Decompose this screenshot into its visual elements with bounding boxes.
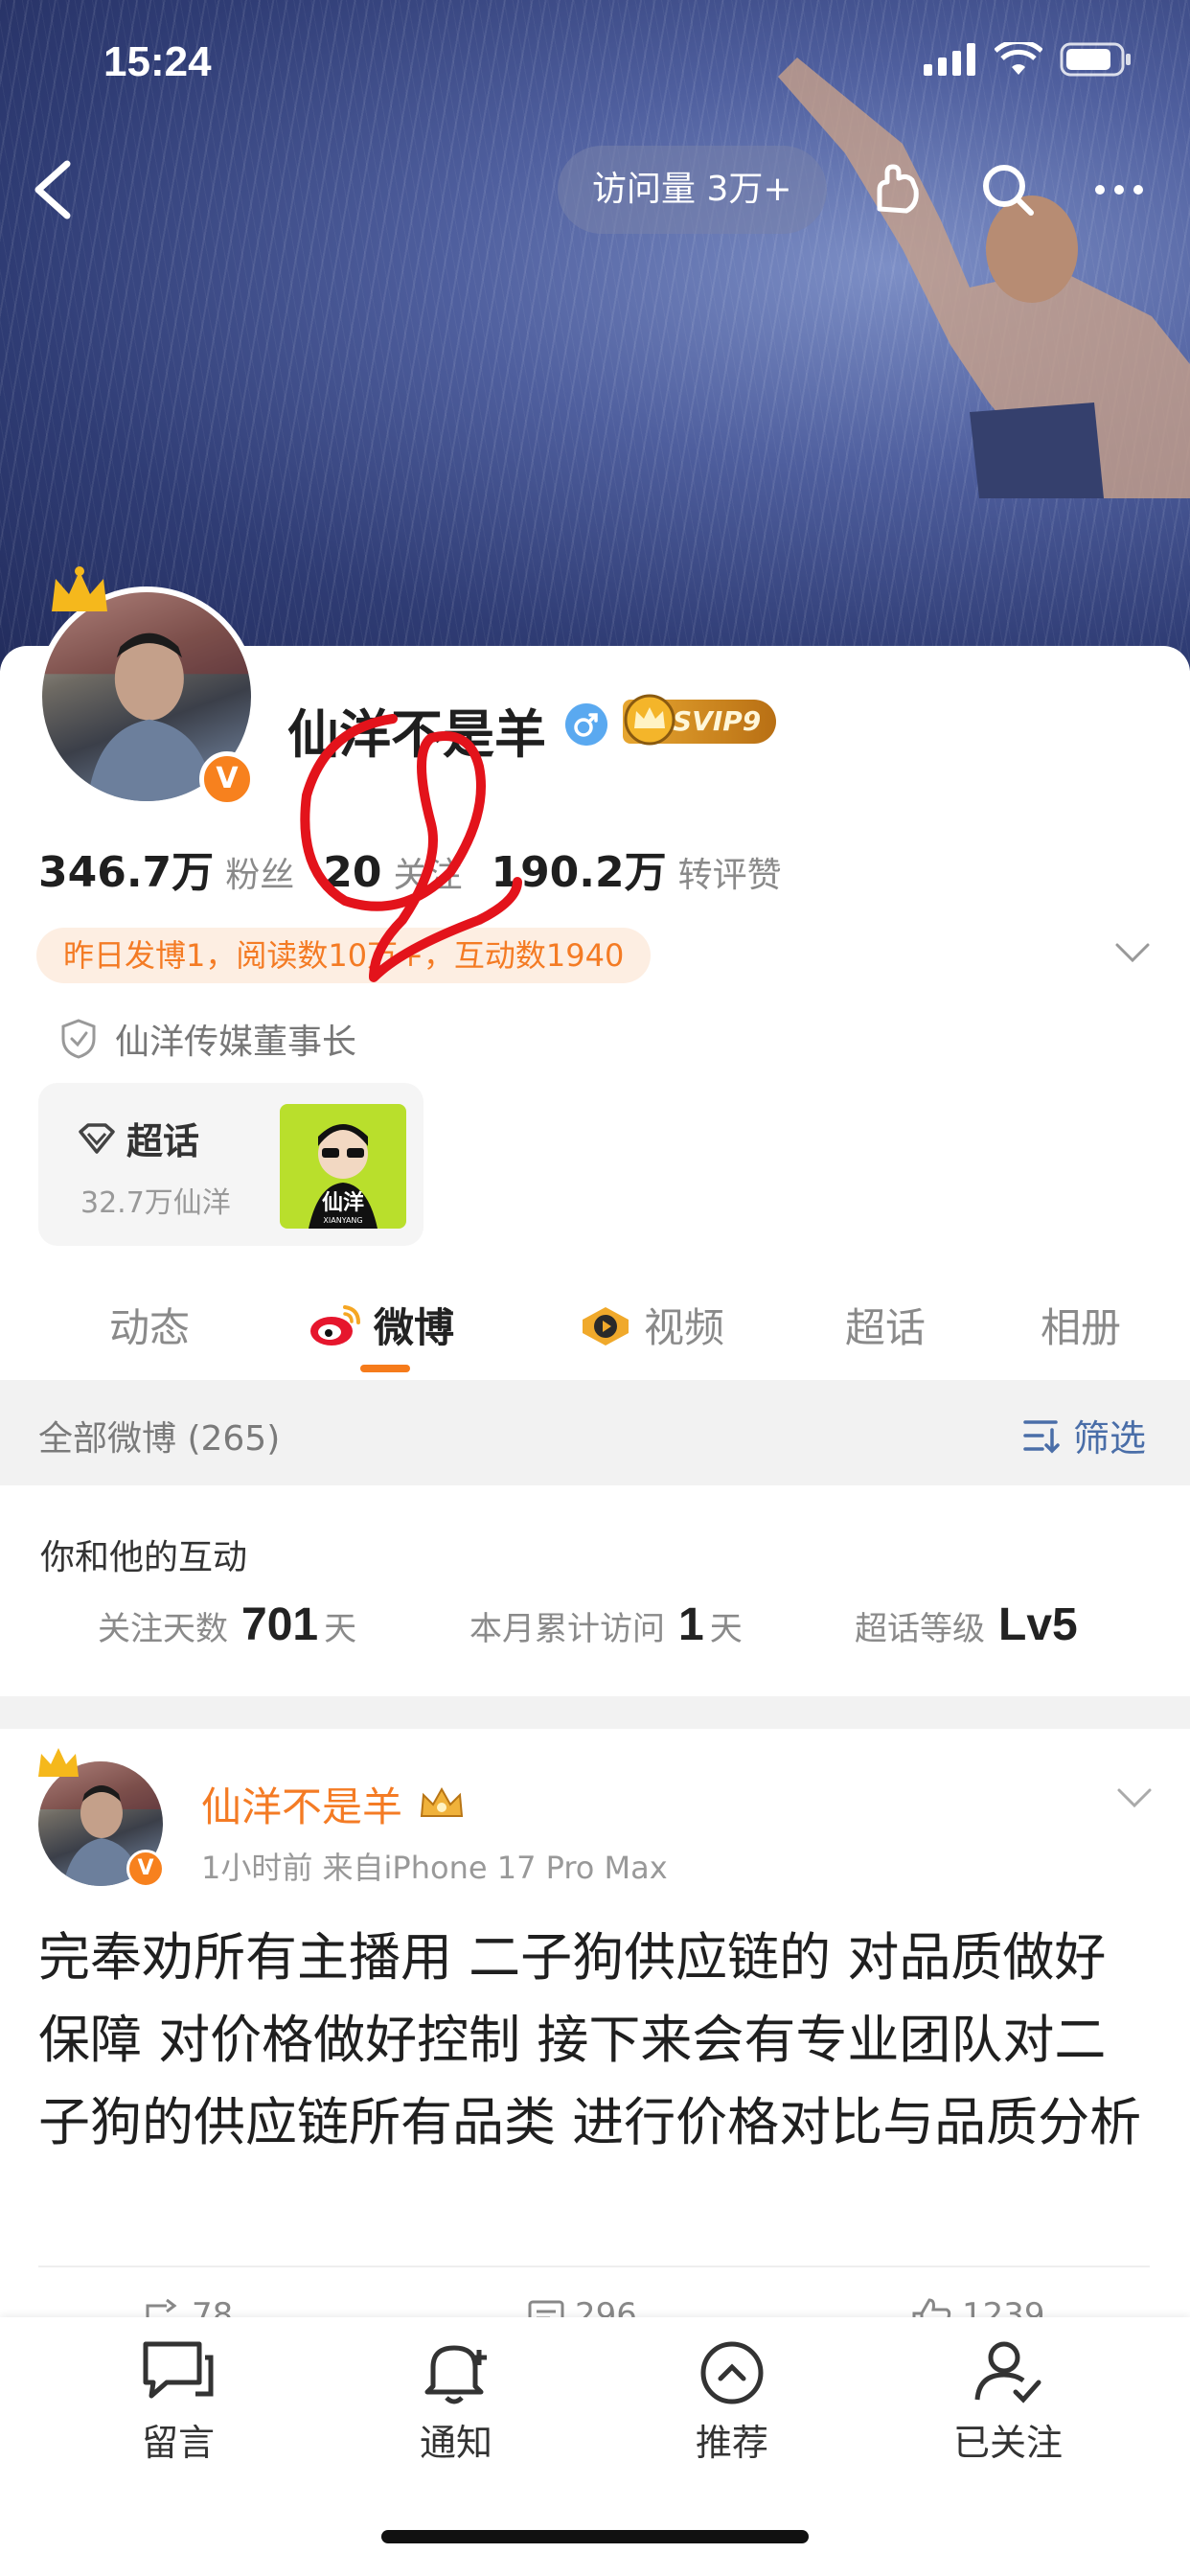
section-divider: [0, 1696, 1190, 1729]
supertopic-label: 超话: [126, 1120, 200, 1162]
recommend-button[interactable]: 推荐: [655, 2338, 809, 2466]
supertopic-count: 32.7万仙洋: [80, 1186, 231, 1220]
message-label: 留言: [141, 2422, 215, 2464]
filter-label: 筛选: [1072, 1417, 1146, 1460]
video-icon: [583, 1306, 629, 1346]
user-check-icon: [974, 2341, 1041, 2404]
visit-count-pill[interactable]: 访问量 3万+: [558, 146, 827, 234]
tab-label: 动态: [109, 1304, 191, 1351]
all-posts-count: 全部微博 (265): [38, 1419, 281, 1459]
tab-label: 超话: [845, 1304, 927, 1351]
notify-label: 通知: [419, 2422, 492, 2464]
message-icon: [143, 2341, 214, 2399]
supertopic-image-text: 仙洋: [322, 1190, 364, 1215]
filter-bar: 全部微博 (265) 筛选: [0, 1380, 1190, 1485]
follow-days-stat: 关注天数 701 天: [98, 1598, 356, 1651]
bell-plus-icon: [424, 2345, 487, 2404]
interaction-panel: 你和他的互动 关注天数 701 天 本月累计访问 1 天 超话等级 Lv5: [0, 1485, 1190, 1696]
crown-icon: [52, 566, 107, 611]
recommend-label: 推荐: [695, 2422, 768, 2464]
svip-crown-icon: [624, 694, 675, 746]
male-gender-icon: [565, 703, 607, 746]
weibo-logo-icon: [310, 1304, 360, 1346]
monthly-visits-stat: 本月累计访问 1 天: [469, 1598, 743, 1651]
following-status-button[interactable]: 已关注: [931, 2338, 1085, 2466]
status-time: 15:24: [103, 38, 212, 85]
tab-label: 视频: [644, 1304, 725, 1351]
follow-days-unit: 天: [324, 1610, 357, 1648]
post-author[interactable]: 仙洋不是羊: [201, 1775, 468, 1833]
vip-crown-icon: [420, 1786, 464, 1817]
monthly-visits-value: 1: [678, 1599, 704, 1650]
tab-label: 相册: [1041, 1304, 1122, 1351]
notify-button[interactable]: 通知: [379, 2338, 533, 2466]
signal-icon: [924, 43, 975, 76]
post-actions: 78 296 1239: [38, 2266, 1150, 2334]
gift-hand-icon[interactable]: [868, 161, 926, 218]
profile-name: 仙洋不是羊: [287, 704, 546, 765]
tab-supertopic[interactable]: 超话: [845, 1296, 926, 1354]
tab-dynamics[interactable]: 动态: [109, 1296, 190, 1354]
supertopic-cartoon: 仙洋 XIANYANG: [309, 1124, 378, 1229]
following-status-label: 已关注: [952, 2422, 1063, 2464]
organization-row: 仙洋传媒董事长: [59, 1014, 356, 1064]
more-icon[interactable]: [1090, 161, 1148, 218]
battery-icon: [1060, 42, 1131, 77]
engagement-count[interactable]: 190.2万: [491, 838, 666, 899]
chevron-up-circle-icon: [700, 2341, 764, 2404]
organization-text: 仙洋传媒董事长: [115, 1023, 357, 1062]
profile-tabs: 动态 微博 视频 超话 相册: [0, 1275, 1190, 1380]
profile-avatar[interactable]: V: [36, 586, 257, 807]
supertopic-image: 仙洋 XIANYANG: [280, 1104, 406, 1229]
monthly-visits-label: 本月累计访问: [469, 1610, 665, 1648]
chevron-down-icon[interactable]: [1115, 1784, 1154, 1813]
shield-icon: [61, 1019, 96, 1059]
supertopic-card[interactable]: 超话 32.7万仙洋 仙洋 XIANYANG: [38, 1083, 423, 1246]
tab-album[interactable]: 相册: [1041, 1296, 1121, 1354]
supertopic-title: 超话: [77, 1112, 199, 1164]
interaction-title: 你和他的互动: [40, 1538, 248, 1577]
chevron-down-icon[interactable]: [1113, 939, 1152, 968]
home-indicator: [381, 2530, 809, 2543]
activity-hint[interactable]: 昨日发博1，阅读数10万+，互动数1940: [36, 928, 652, 983]
search-icon[interactable]: [979, 161, 1037, 218]
tab-video[interactable]: 视频: [579, 1296, 724, 1354]
back-button[interactable]: [29, 158, 77, 221]
wifi-icon: [995, 42, 1042, 75]
post-meta: 1小时前 来自iPhone 17 Pro Max: [201, 1850, 668, 1886]
message-button[interactable]: 留言: [102, 2338, 255, 2466]
engagement-label[interactable]: 转评赞: [678, 847, 782, 897]
followers-count[interactable]: 346.7万: [38, 838, 214, 899]
follow-days-label: 关注天数: [98, 1610, 228, 1648]
tab-weibo[interactable]: 微博: [309, 1296, 454, 1354]
following-count[interactable]: 20: [323, 848, 381, 897]
active-tab-indicator: [360, 1365, 410, 1372]
monthly-visits-unit: 天: [709, 1610, 743, 1648]
supertopic-image-subtext: XIANYANG: [323, 1216, 362, 1225]
filter-icon: [1023, 1419, 1060, 1453]
verified-badge: V: [199, 751, 255, 807]
followers-label[interactable]: 粉丝: [225, 847, 294, 897]
diamond-icon: [79, 1122, 115, 1154]
supertopic-level-label: 超话等级: [855, 1610, 985, 1648]
crown-icon: [38, 1748, 79, 1777]
profile-stats: 346.7万 粉丝 20 关注 190.2万 转评赞: [38, 838, 811, 899]
supertopic-level-value: Lv5: [998, 1599, 1078, 1650]
following-label[interactable]: 关注: [393, 847, 462, 897]
filter-button[interactable]: 筛选: [1021, 1409, 1146, 1461]
tab-label: 微博: [374, 1304, 455, 1351]
follow-days-value: 701: [241, 1599, 319, 1650]
post-body[interactable]: 完奉劝所有主播用 二子狗供应链的 对品质做好保障 对价格做好控制 接下来会有专业…: [38, 1917, 1150, 2164]
post-author-name: 仙洋不是羊: [201, 1783, 403, 1830]
status-bar: 15:24: [0, 0, 1190, 134]
supertopic-level-stat: 超话等级 Lv5: [855, 1598, 1084, 1651]
verified-badge: V: [126, 1850, 165, 1888]
